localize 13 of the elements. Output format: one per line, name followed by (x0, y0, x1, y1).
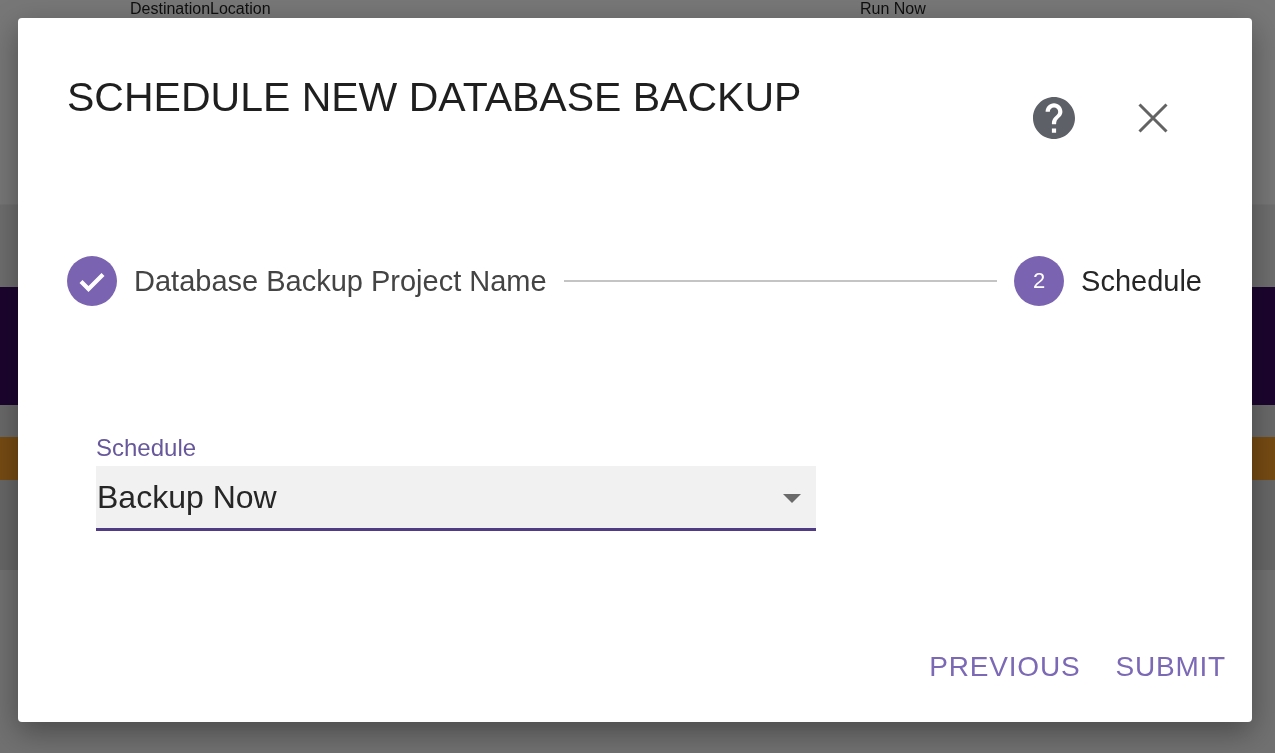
column-header: DestinationLocation (130, 0, 272, 18)
close-icon[interactable] (1138, 103, 1168, 133)
schedule-select[interactable]: Backup Now (96, 465, 816, 531)
column-header: Run Now (860, 0, 926, 18)
caret-icon (783, 494, 801, 504)
step-label[interactable]: Schedule (1081, 263, 1202, 299)
step-number: 2 (1014, 256, 1065, 306)
action-button[interactable]: PREVIOUS (921, 642, 1089, 692)
dialog-title: SCHEDULE NEW DATABASE BACKUP (67, 73, 802, 122)
help-icon[interactable] (1033, 97, 1075, 139)
step-label[interactable]: Database Backup Project Name (134, 263, 547, 299)
field-label: Schedule (96, 434, 197, 463)
action-button[interactable]: SUBMIT (1107, 642, 1234, 692)
